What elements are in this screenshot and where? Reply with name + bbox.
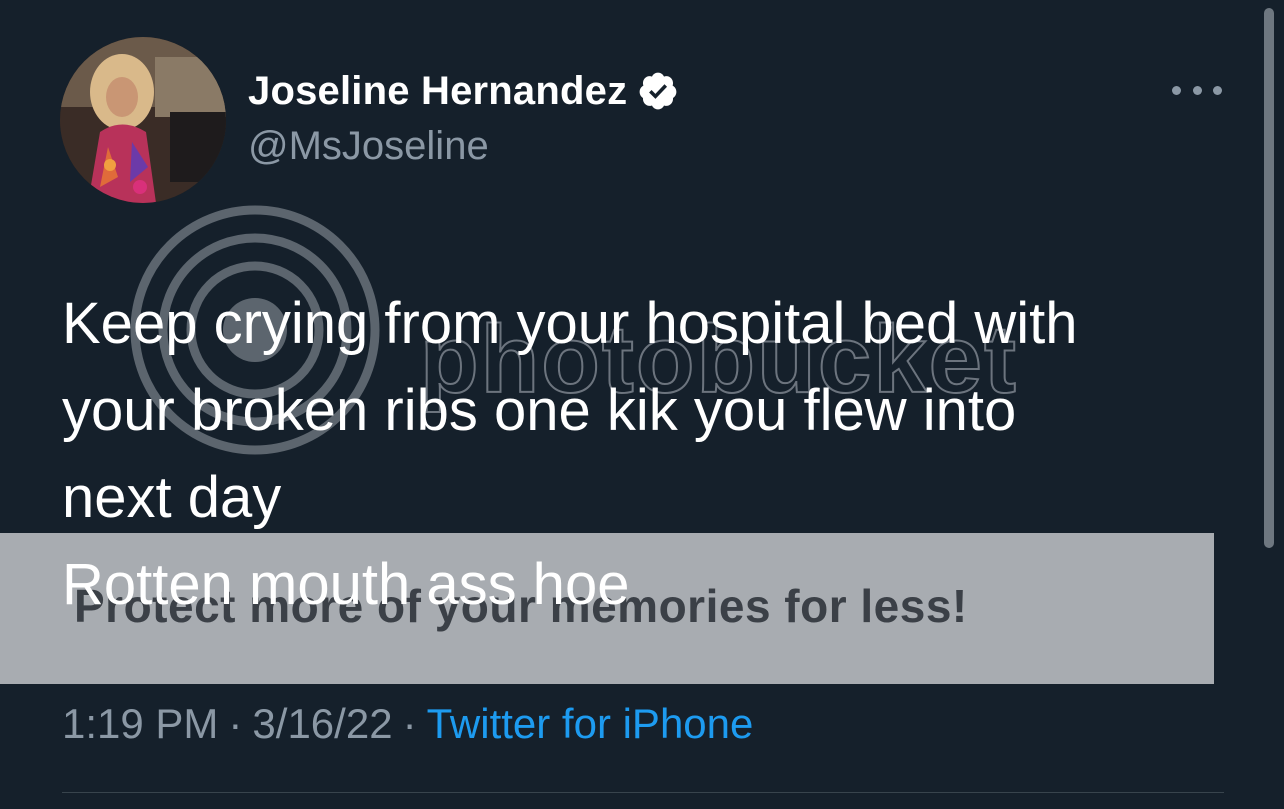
author-name-row[interactable]: Joseline Hernandez bbox=[248, 66, 679, 116]
tweet-metadata: 1:19 PM · 3/16/22 · Twitter for iPhone bbox=[62, 700, 753, 748]
author-handle[interactable]: @MsJoseline bbox=[248, 124, 489, 169]
tweet-text-line: next day bbox=[62, 465, 282, 530]
verified-badge-icon bbox=[637, 70, 679, 112]
avatar-photo bbox=[60, 37, 226, 203]
author-display-name[interactable]: Joseline Hernandez bbox=[248, 69, 627, 114]
tweet-time[interactable]: 1:19 PM bbox=[62, 700, 218, 747]
tweet-detail: Joseline Hernandez @MsJoseline photobuck… bbox=[0, 0, 1284, 809]
more-options-icon[interactable] bbox=[1172, 72, 1222, 108]
meta-separator: · bbox=[402, 700, 417, 747]
meta-separator: · bbox=[228, 700, 243, 747]
tweet-text-line: Rotten mouth ass hoe bbox=[62, 552, 630, 617]
avatar[interactable] bbox=[60, 37, 226, 203]
divider bbox=[62, 792, 1224, 793]
tweet-date[interactable]: 3/16/22 bbox=[252, 700, 392, 747]
more-dot bbox=[1172, 85, 1181, 95]
tweet-text-line: your broken ribs one kik you flew into bbox=[62, 378, 1017, 443]
tweet-text-line: Keep crying from your hospital bed with bbox=[62, 291, 1078, 356]
tweet-text: Keep crying from your hospital bed with … bbox=[62, 280, 1242, 628]
scrollbar[interactable] bbox=[1264, 8, 1274, 548]
more-dot bbox=[1192, 85, 1202, 95]
more-dot bbox=[1213, 85, 1222, 95]
tweet-source-link[interactable]: Twitter for iPhone bbox=[427, 700, 754, 747]
